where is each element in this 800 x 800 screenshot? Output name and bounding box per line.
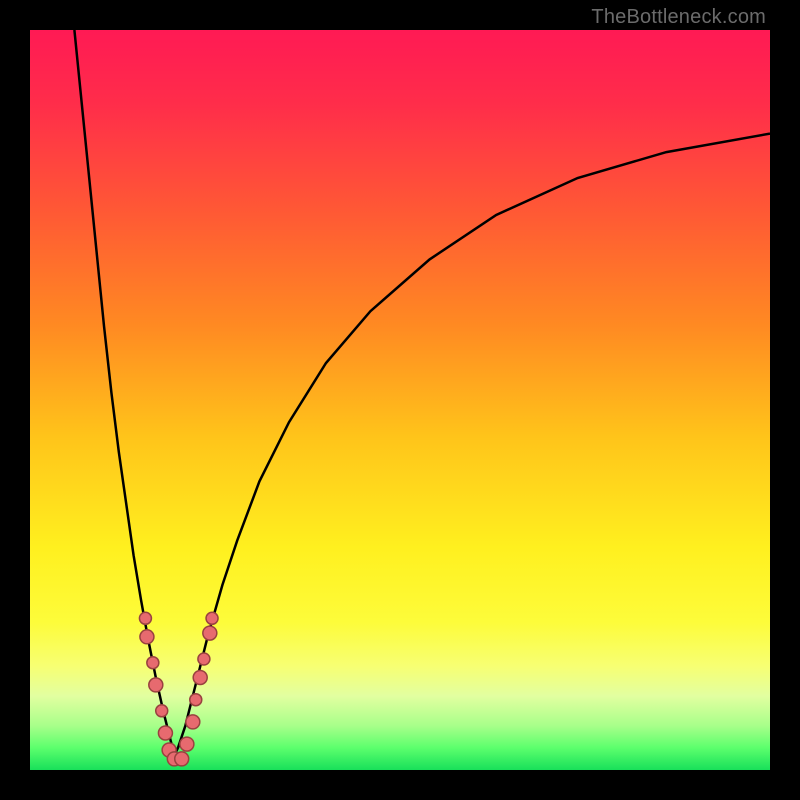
marker-point-14: [203, 626, 217, 640]
lines-group: [74, 30, 770, 755]
marker-point-5: [158, 726, 172, 740]
marker-point-15: [206, 612, 218, 624]
marker-point-11: [190, 694, 202, 706]
marker-point-0: [139, 612, 151, 624]
curve-layer: [30, 30, 770, 770]
marker-point-3: [149, 678, 163, 692]
marker-point-9: [180, 737, 194, 751]
marker-point-10: [186, 715, 200, 729]
series-right-branch: [174, 134, 770, 756]
marker-point-8: [175, 752, 189, 766]
chart-frame: TheBottleneck.com: [0, 0, 800, 800]
marker-point-4: [156, 705, 168, 717]
plot-area: [30, 30, 770, 770]
marker-point-1: [140, 630, 154, 644]
series-left-branch: [74, 30, 174, 755]
watermark-text: TheBottleneck.com: [591, 6, 766, 29]
marker-point-13: [198, 653, 210, 665]
marker-point-2: [147, 657, 159, 669]
marker-point-12: [193, 671, 207, 685]
